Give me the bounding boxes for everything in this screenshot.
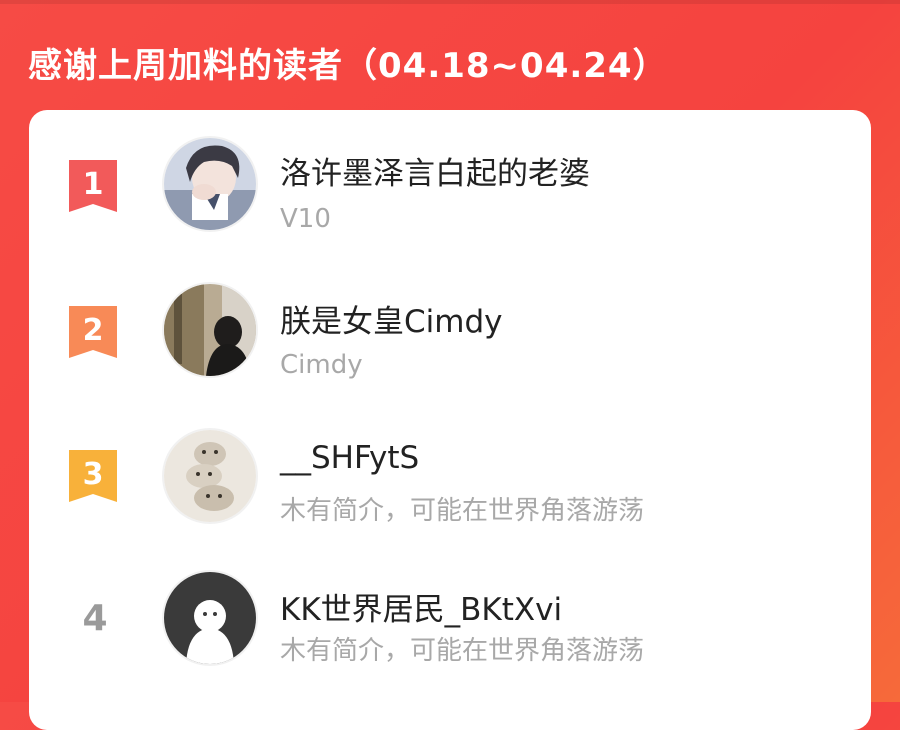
rank-number: 3	[83, 457, 104, 492]
reader-list-card: 1 洛许墨泽言白起的老婆 V10 2 朕是女皇Cimdy Cimdy 3 __S…	[29, 110, 871, 730]
user-avatar[interactable]	[162, 570, 258, 666]
user-avatar[interactable]	[162, 136, 258, 232]
reader-name[interactable]: 洛许墨泽言白起的老婆	[280, 148, 590, 193]
list-item[interactable]: 2 朕是女皇Cimdy Cimdy	[29, 278, 871, 408]
top-border	[0, 0, 900, 4]
list-item[interactable]: 3 __SHFytS 木有简介，可能在世界角落游荡	[29, 424, 871, 554]
list-item[interactable]: 4 KK世界居民_BKtXvi 木有简介，可能在世界角落游荡	[29, 570, 871, 700]
reader-name[interactable]: 朕是女皇Cimdy	[280, 296, 502, 341]
reader-subtitle: 木有简介，可能在世界角落游荡	[280, 496, 645, 526]
user-avatar[interactable]	[162, 428, 258, 524]
rank-ribbon-icon: 3	[69, 450, 117, 502]
reader-subtitle: Cimdy	[280, 350, 363, 380]
rank-number: 1	[83, 167, 104, 202]
page-title: 感谢上周加料的读者（04.18~04.24）	[28, 46, 668, 86]
rank-number: 2	[83, 313, 104, 348]
reader-name[interactable]: __SHFytS	[280, 440, 419, 476]
reader-subtitle: 木有简介，可能在世界角落游荡	[280, 636, 645, 666]
user-avatar[interactable]	[162, 282, 258, 378]
rank-ribbon-icon: 1	[69, 160, 117, 212]
list-item[interactable]: 1 洛许墨泽言白起的老婆 V10	[29, 130, 871, 260]
rank-ribbon-icon: 2	[69, 306, 117, 358]
reader-name[interactable]: KK世界居民_BKtXvi	[280, 584, 562, 629]
reader-subtitle: V10	[280, 204, 331, 234]
default-user-icon	[164, 572, 256, 664]
rank-number: 4	[82, 598, 108, 639]
